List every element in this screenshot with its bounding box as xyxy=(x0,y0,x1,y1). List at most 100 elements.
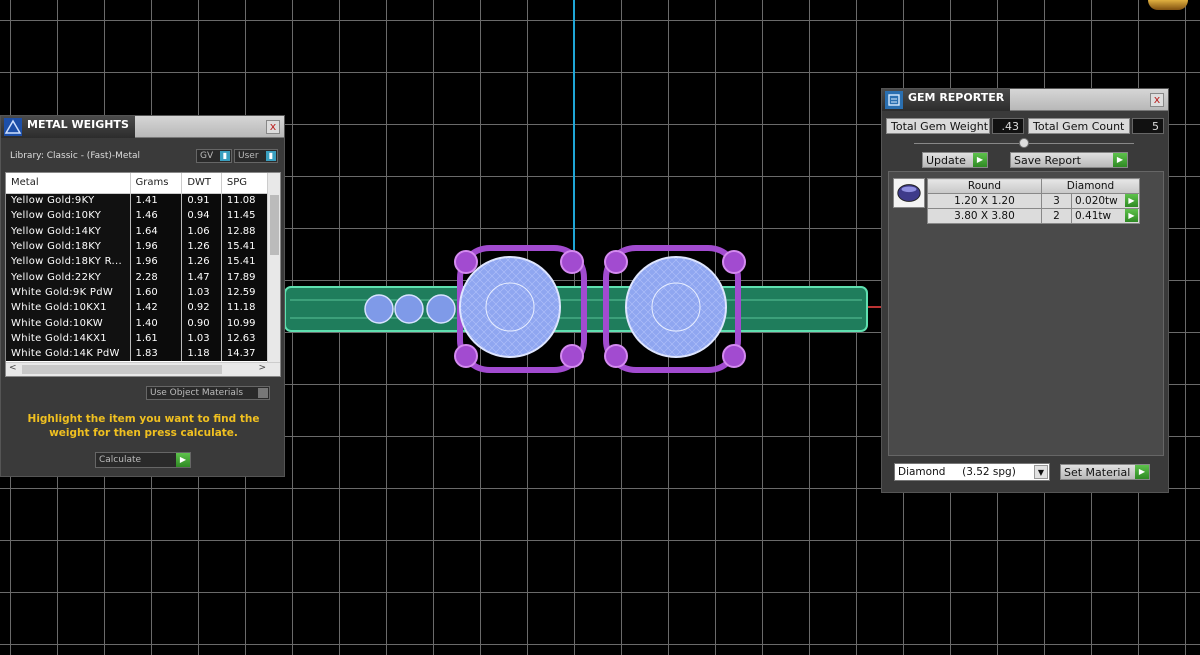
total-gem-count-label: Total Gem Count xyxy=(1028,118,1130,134)
spg-value: 12.63 xyxy=(221,330,269,346)
user-label: User xyxy=(238,151,259,161)
metal-weights-title-tab: METAL WEIGHTS xyxy=(1,116,135,138)
dwt-value: 0.91 xyxy=(181,193,222,209)
metal-name: White Gold:10KX1 xyxy=(6,300,131,316)
update-label: Update xyxy=(926,154,966,167)
table-row[interactable]: Yellow Gold:10KY 1.46 0.94 11.45 xyxy=(6,208,269,224)
gem-size: 3.80 X 3.80 xyxy=(927,208,1042,224)
calculate-label: Calculate xyxy=(99,455,142,465)
spg-value: 12.59 xyxy=(221,284,269,301)
metal-name: Yellow Gold:22KY xyxy=(6,269,131,285)
play-arrow-icon: ▶ xyxy=(1113,153,1127,167)
gem-reporter-panel: GEM REPORTER x Total Gem Weight .43 Tota… xyxy=(881,88,1169,493)
close-icon[interactable]: x xyxy=(1150,93,1164,107)
metal-name: Yellow Gold:10KY xyxy=(6,208,131,224)
dwt-value: 1.06 xyxy=(181,223,222,239)
table-row[interactable]: 3.80 X 3.80 2 0.41tw ▶ xyxy=(927,208,1140,224)
slider-handle[interactable] xyxy=(1019,138,1029,148)
total-gem-count-value: 5 xyxy=(1132,118,1164,134)
gv-checkbox-icon[interactable]: ▮ xyxy=(220,151,230,161)
dwt-value: 1.47 xyxy=(181,269,222,285)
column-header-shape[interactable]: Round xyxy=(927,178,1042,194)
metal-name: Yellow Gold:18KY xyxy=(6,238,131,255)
metal-name: White Gold:10KW xyxy=(6,315,131,331)
grams-value: 1.42 xyxy=(130,300,183,316)
chevron-down-icon[interactable]: ▼ xyxy=(1034,465,1048,479)
column-header-grams[interactable]: Grams xyxy=(130,173,183,194)
play-arrow-icon: ▶ xyxy=(973,153,987,167)
gem-weight-cell: 0.41tw ▶ xyxy=(1071,208,1140,224)
scroll-thumb[interactable] xyxy=(22,365,222,374)
update-button[interactable]: Update ▶ xyxy=(922,152,988,168)
gem-reporter-titlebar[interactable]: GEM REPORTER x xyxy=(882,89,1168,111)
table-row[interactable]: Yellow Gold:18KY 1.96 1.26 15.41 xyxy=(6,238,269,255)
set-material-button[interactable]: Set Material ▶ xyxy=(1060,464,1150,480)
table-row[interactable]: White Gold:10KW 1.40 0.90 10.99 xyxy=(6,315,269,331)
checkbox-icon[interactable] xyxy=(258,388,268,398)
column-header-dwt[interactable]: DWT xyxy=(181,173,222,194)
grams-value: 2.28 xyxy=(130,269,183,285)
table-row[interactable]: White Gold:10KX1 1.42 0.92 11.18 xyxy=(6,300,269,316)
grams-value: 1.83 xyxy=(130,345,183,362)
table-row[interactable]: Yellow Gold:9KY 1.41 0.91 11.08 xyxy=(6,193,269,209)
play-arrow-icon[interactable]: ▶ xyxy=(1125,209,1138,222)
metal-weights-table[interactable]: Metal Grams DWT SPG Yellow Gold:9KY 1.41 0… xyxy=(5,172,281,377)
spg-value: 11.08 xyxy=(221,193,269,209)
small-gems xyxy=(364,294,456,324)
horizontal-scrollbar[interactable]: < > xyxy=(6,362,280,376)
table-row[interactable]: White Gold:14KX1 1.61 1.03 12.63 xyxy=(6,330,269,346)
use-object-materials-toggle[interactable]: Use Object Materials xyxy=(146,386,270,400)
dwt-value: 1.03 xyxy=(181,330,222,346)
total-gem-weight-value: .43 xyxy=(992,118,1024,134)
total-gem-weight-label: Total Gem Weight xyxy=(886,118,990,134)
metal-weights-titlebar[interactable]: METAL WEIGHTS x xyxy=(1,116,284,138)
play-arrow-icon[interactable]: ▶ xyxy=(1125,194,1138,207)
dwt-value: 0.94 xyxy=(181,208,222,224)
spg-value: 14.37 xyxy=(221,345,269,362)
metal-weights-panel: METAL WEIGHTS x Library: Classic - (Fast… xyxy=(0,115,285,477)
user-checkbox-icon[interactable]: ▮ xyxy=(266,151,276,161)
scroll-thumb[interactable] xyxy=(270,195,279,255)
vertical-scrollbar[interactable] xyxy=(267,173,280,363)
table-row[interactable]: Yellow Gold:22KY 2.28 1.47 17.89 xyxy=(6,269,269,285)
dwt-value: 1.26 xyxy=(181,238,222,255)
grams-value: 1.96 xyxy=(130,238,183,255)
close-icon[interactable]: x xyxy=(266,120,280,134)
spg-value: 15.41 xyxy=(221,254,269,270)
grams-value: 1.40 xyxy=(130,315,183,331)
spg-value: 17.89 xyxy=(221,269,269,285)
table-row[interactable]: 1.20 X 1.20 3 0.020tw ▶ xyxy=(927,193,1140,209)
table-row[interactable]: White Gold:9K PdW 1.60 1.03 12.59 xyxy=(6,284,269,301)
grams-value: 1.46 xyxy=(130,208,183,224)
table-row[interactable]: White Gold:14K PdW 1.83 1.18 14.37 xyxy=(6,345,269,362)
table-row[interactable]: Yellow Gold:18KY R... 1.96 1.26 15.41 xyxy=(6,254,269,270)
spg-value: 10.99 xyxy=(221,315,269,331)
gv-toggle[interactable]: GV ▮ xyxy=(196,149,232,163)
save-report-button[interactable]: Save Report ▶ xyxy=(1010,152,1128,168)
material-select[interactable]: Diamond (3.52 spg) ▼ xyxy=(894,463,1050,481)
table-row[interactable]: Yellow Gold:14KY 1.64 1.06 12.88 xyxy=(6,223,269,239)
spg-value: 11.45 xyxy=(221,208,269,224)
gem-count: 3 xyxy=(1041,193,1072,209)
metal-name: White Gold:9K PdW xyxy=(6,284,131,301)
save-report-label: Save Report xyxy=(1014,154,1081,167)
gem-table[interactable]: Round Diamond 1.20 X 1.20 3 0.020tw ▶ 3.… xyxy=(927,178,1140,224)
column-header-spg[interactable]: SPG xyxy=(221,173,269,194)
grams-value: 1.60 xyxy=(130,284,183,301)
scroll-left-icon[interactable]: < xyxy=(9,363,17,373)
column-header-material[interactable]: Diamond xyxy=(1041,178,1140,194)
grams-value: 1.61 xyxy=(130,330,183,346)
dwt-value: 1.26 xyxy=(181,254,222,270)
material-value: Diamond (3.52 spg) xyxy=(898,466,1016,478)
metal-name: Yellow Gold:18KY R... xyxy=(6,254,131,270)
user-toggle[interactable]: User ▮ xyxy=(234,149,278,163)
dwt-value: 1.03 xyxy=(181,284,222,301)
column-header-metal[interactable]: Metal xyxy=(6,173,131,194)
report-icon xyxy=(885,91,903,109)
calculate-button[interactable]: Calculate ▶ xyxy=(95,452,191,468)
scroll-right-icon[interactable]: > xyxy=(258,363,266,373)
dwt-value: 0.90 xyxy=(181,315,222,331)
scale-icon xyxy=(4,118,22,136)
dwt-value: 1.18 xyxy=(181,345,222,362)
gem-list-area[interactable]: Round Diamond 1.20 X 1.20 3 0.020tw ▶ 3.… xyxy=(888,171,1164,456)
